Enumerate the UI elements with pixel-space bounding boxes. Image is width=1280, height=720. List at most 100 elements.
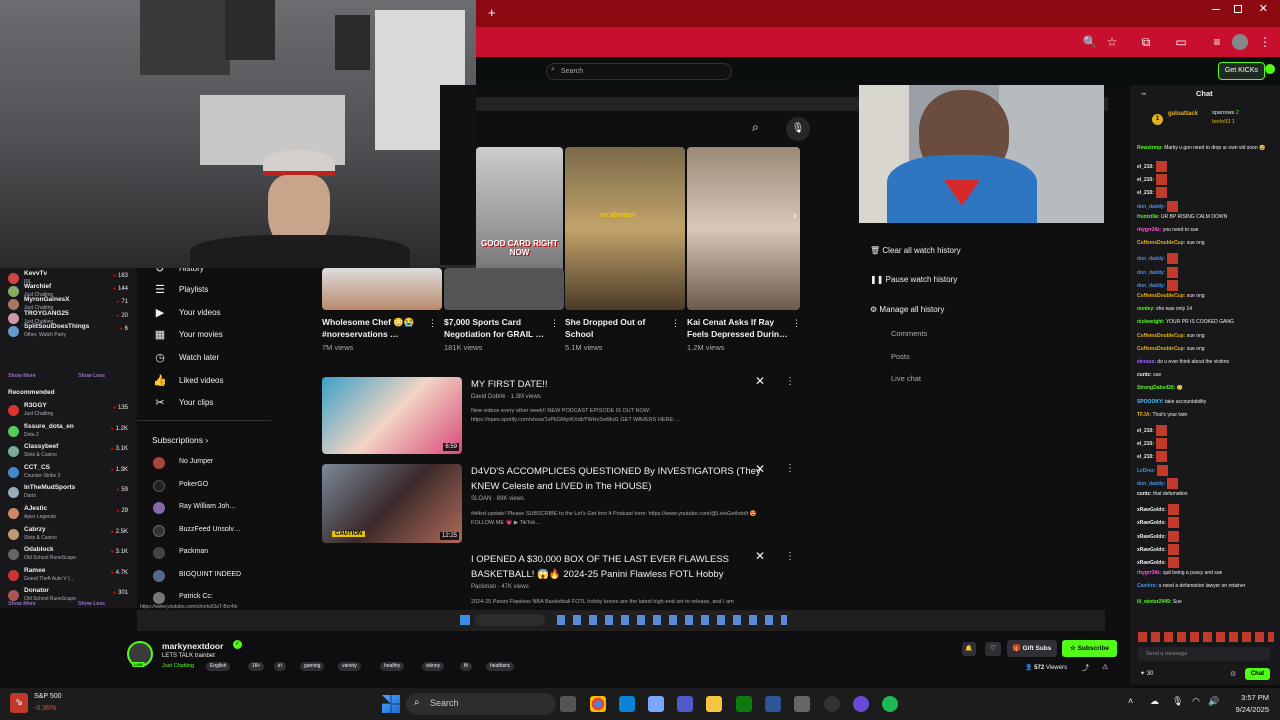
clock-date[interactable]: 9/24/2025: [1225, 705, 1269, 714]
chat-username[interactable]: el_210:: [1137, 164, 1154, 170]
chat-username[interactable]: oonley:: [1137, 306, 1155, 312]
show-more-button[interactable]: Show More: [8, 601, 36, 607]
task-view-icon[interactable]: [560, 696, 576, 712]
chat-send-button[interactable]: Chat: [1245, 668, 1270, 680]
tray-chevron-icon[interactable]: ˄: [1128, 696, 1133, 706]
channel-row[interactable]: ClassybeefSlots & Casino 3.1K: [6, 443, 132, 461]
zoom-icon[interactable]: 🔍: [1082, 34, 1098, 50]
emote-bar[interactable]: [1138, 632, 1274, 642]
short-thumbnail-3[interactable]: no abortion: [565, 147, 685, 310]
clear-history-button[interactable]: 🗑 Clear all watch history: [870, 246, 961, 255]
chat-username[interactable]: xRawGoldx:: [1137, 533, 1166, 539]
chat-input[interactable]: Send a message: [1138, 647, 1270, 661]
menu-icon[interactable]: ⋮: [1257, 34, 1273, 50]
stream-tag[interactable]: healthy: [380, 662, 405, 671]
show-more-button[interactable]: Show More: [8, 373, 36, 379]
maximize-icon[interactable]: [1234, 5, 1242, 13]
chat-username[interactable]: don_daddy:: [1137, 269, 1165, 275]
chat-username[interactable]: el_210:: [1137, 190, 1154, 196]
top-gifter-3[interactable]: berlo93 1: [1212, 119, 1235, 125]
nav-watch-later[interactable]: ◷ Watch later: [153, 349, 268, 369]
edge-icon[interactable]: [619, 696, 635, 712]
history-comments-link[interactable]: Comments: [891, 329, 927, 338]
chat-username[interactable]: don_daddy:: [1137, 256, 1165, 262]
close-icon[interactable]: ✕: [755, 462, 765, 476]
video-title[interactable]: D4VD'S ACCOMPLICES QUESTIONED By INVESTI…: [471, 464, 761, 494]
kick-search-input[interactable]: Search: [546, 63, 732, 80]
gift-subs-button[interactable]: 🎁 Gift Subs: [1007, 640, 1057, 657]
channel-row[interactable]: CabrzySlots & Casino 2.5K: [6, 526, 132, 544]
close-icon[interactable]: ✕: [755, 374, 765, 388]
chat-username[interactable]: cuntz:: [1137, 491, 1152, 497]
teams-icon[interactable]: [677, 696, 693, 712]
store-icon[interactable]: [765, 696, 781, 712]
microphone-icon[interactable]: 🎙: [1172, 696, 1183, 707]
file-explorer-icon[interactable]: [706, 696, 722, 712]
copilot-icon[interactable]: [648, 696, 664, 712]
app-icon[interactable]: [794, 696, 810, 712]
stream-tag[interactable]: irl: [274, 662, 286, 671]
more-options-icon[interactable]: ⋮: [785, 551, 795, 562]
more-options-icon[interactable]: ⋮: [785, 463, 795, 474]
stock-widget-icon[interactable]: ⇘: [10, 693, 28, 713]
nav-liked-videos[interactable]: 👍 Liked videos: [153, 372, 268, 392]
chat-username[interactable]: el_210:: [1137, 454, 1154, 460]
video-thumbnail[interactable]: CAUTION 12:25: [322, 464, 462, 543]
channel-row[interactable]: AJestic Apex Legends 29: [6, 505, 132, 523]
volume-icon[interactable]: 🔊: [1208, 696, 1219, 707]
sub-channel[interactable]: Ray William Joh…: [179, 503, 236, 510]
short-thumbnail-1[interactable]: [322, 268, 442, 310]
stream-tag[interactable]: fit: [460, 662, 472, 671]
share-icon[interactable]: ⤴: [1082, 663, 1089, 673]
chat-username[interactable]: LeDrez:: [1137, 467, 1155, 473]
new-tab-button[interactable]: +: [488, 5, 496, 20]
chat-username[interactable]: lil_winter2949:: [1137, 599, 1171, 605]
video-title[interactable]: I OPENED A $30,000 BOX OF THE LAST EVER …: [471, 552, 761, 582]
star-icon[interactable]: ☆: [1104, 34, 1120, 50]
channel-row[interactable]: fissure_dota_enDota 2 1.2K: [6, 423, 132, 441]
short-title[interactable]: Kai Cenat Asks If Ray Feels Depressed Du…: [687, 316, 797, 340]
xbox-icon[interactable]: [736, 696, 752, 712]
sub-channel[interactable]: Packman: [179, 548, 208, 555]
manage-history-button[interactable]: ⚙ Manage all history: [870, 305, 944, 314]
extensions-icon[interactable]: ⧉: [1138, 34, 1154, 50]
chat-username[interactable]: xRawGoldx:: [1137, 507, 1166, 513]
chat-username[interactable]: rbygrr34z:: [1137, 227, 1161, 233]
short-title[interactable]: $7,000 Sports Card Negotiation for GRAIL…: [444, 316, 554, 340]
chat-username[interactable]: el_210:: [1137, 428, 1154, 434]
taskbar-search[interactable]: ⌕ Search: [406, 693, 556, 715]
nav-your-clips[interactable]: ✂ Your clips: [153, 394, 268, 414]
user-avatar[interactable]: [1265, 64, 1275, 74]
channel-row[interactable]: SplitSoulDoesThingsOther, Watch Party 6: [6, 323, 132, 341]
chat-username[interactable]: el_210:: [1137, 177, 1154, 183]
more-options-icon[interactable]: ⋮: [671, 318, 680, 329]
chat-username[interactable]: CuffemsDoubleCup:: [1137, 240, 1185, 246]
show-less-button[interactable]: Show Less: [78, 373, 105, 379]
stream-category[interactable]: Just Chatting: [162, 663, 194, 669]
sub-channel[interactable]: BIGQUINT INDEED: [179, 571, 241, 578]
nav-your-videos[interactable]: ▶ Your videos: [153, 304, 268, 324]
bell-icon[interactable]: 🔔: [962, 642, 976, 656]
history-live-chat-link[interactable]: Live chat: [891, 374, 921, 383]
chat-username[interactable]: nickweight:: [1137, 319, 1165, 325]
chat-username[interactable]: TFJA:: [1137, 412, 1151, 418]
minimize-icon[interactable]: [1212, 9, 1220, 10]
stream-tag[interactable]: variety: [338, 662, 361, 671]
nav-playlists[interactable]: ☰ Playlists: [153, 281, 268, 301]
sub-channel[interactable]: No Jumper: [179, 458, 213, 465]
chevron-right-icon[interactable]: ›: [793, 210, 797, 222]
chat-username[interactable]: SPOOOKY:: [1137, 399, 1164, 405]
sub-channel[interactable]: BuzzFeed Unsolv…: [179, 526, 241, 533]
chat-username[interactable]: don_daddy:: [1137, 481, 1165, 487]
wifi-icon[interactable]: ◠: [1192, 696, 1200, 707]
short-title[interactable]: Wholesome Chef 😳😭 #noreservations …: [322, 316, 432, 340]
microphone-icon[interactable]: 🎙: [786, 117, 810, 141]
chat-username[interactable]: xRawGoldx:: [1137, 560, 1166, 566]
stream-tag[interactable]: gaming: [300, 662, 325, 671]
more-options-icon[interactable]: ⋮: [428, 318, 437, 329]
heart-icon[interactable]: ♡: [985, 642, 1001, 656]
channel-row[interactable]: OdablockOld School RuneScape 3.1K: [6, 546, 132, 564]
chat-username[interactable]: cuntz:: [1137, 372, 1152, 378]
short-title[interactable]: She Dropped Out of School: [565, 316, 675, 340]
collapse-chat-icon[interactable]: ⇥: [1140, 90, 1146, 98]
